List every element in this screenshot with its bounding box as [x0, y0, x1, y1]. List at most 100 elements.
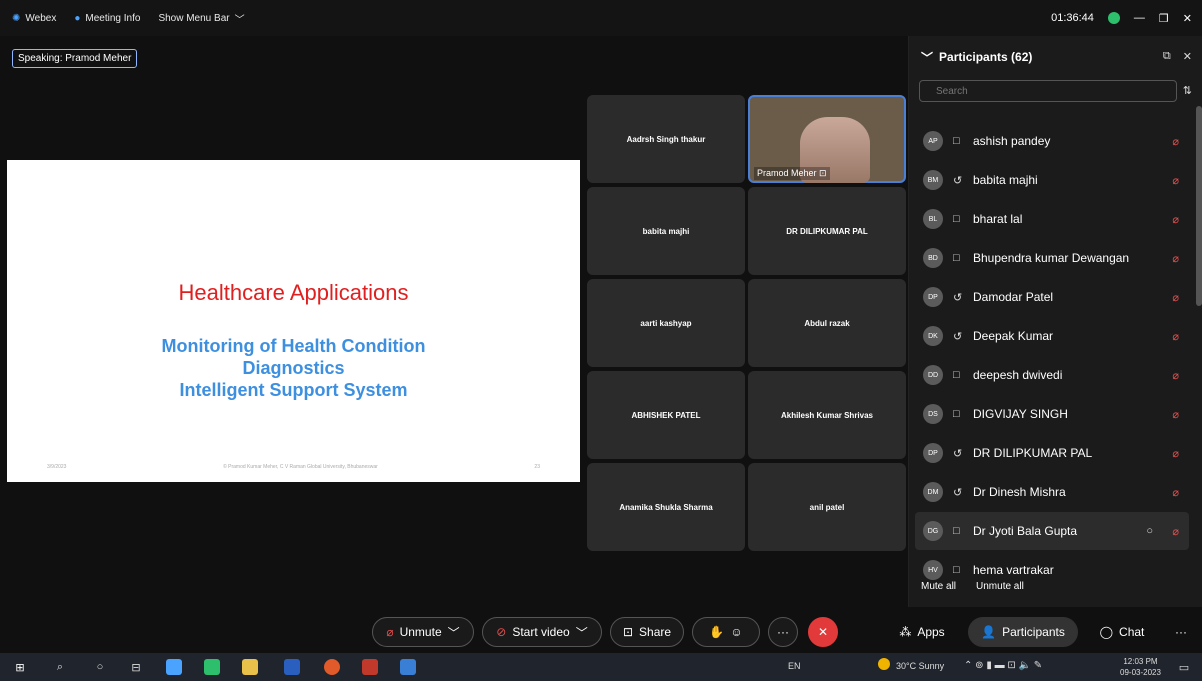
participant-tile[interactable]: ABHISHEK PATEL — [587, 371, 745, 459]
chat-icon: ◯ — [1099, 625, 1114, 639]
notification-icon[interactable]: ▭ — [1176, 659, 1192, 675]
participant-tile[interactable]: Anamika Shukla Sharma — [587, 463, 745, 551]
sort-icon[interactable]: ⇅ — [1183, 84, 1192, 97]
windows-start-icon[interactable]: ⊞ — [12, 659, 28, 675]
participant-tile[interactable]: Aadrsh Singh thakur — [587, 95, 745, 183]
participants-icon: 👤 — [981, 625, 997, 639]
photoshop-icon[interactable] — [284, 659, 300, 675]
participant-row[interactable]: BD □ Bhupendra kumar Dewangan ⌀ — [915, 239, 1189, 277]
search-input[interactable] — [919, 80, 1177, 102]
start-video-button[interactable]: ⊘ Start video ﹀ — [482, 617, 602, 647]
emoji-icon[interactable]: ☺ — [730, 625, 742, 639]
participant-name: Dr Dinesh Mishra — [973, 485, 1066, 499]
device-icon: □ — [953, 408, 960, 420]
chevron-down-icon[interactable]: ﹀ — [576, 624, 588, 641]
unmute-button[interactable]: ⌀ Unmute ﹀ — [372, 617, 474, 647]
unmute-all-button[interactable]: Unmute all — [976, 581, 1024, 592]
system-tray-icons[interactable]: ⌃ ⊚ ▮ ▬ ⊡ 🔈 ✎ — [964, 660, 1042, 671]
participant-row[interactable]: DS □ DIGVIJAY SINGH ⌀ — [915, 395, 1189, 433]
close-icon[interactable]: ✕ — [1183, 50, 1192, 63]
mic-muted-icon[interactable]: ⌀ — [1172, 369, 1179, 382]
participant-row[interactable]: DP ↺ Damodar Patel ⌀ — [915, 278, 1189, 316]
unmute-label: Unmute — [399, 625, 442, 639]
meeting-info-button[interactable]: ● Meeting Info — [74, 13, 140, 24]
avatar: HV — [923, 560, 943, 580]
participant-row[interactable]: DG □ Dr Jyoti Bala Gupta ○ ⌀ — [915, 512, 1189, 550]
app-icon[interactable] — [166, 659, 182, 675]
participant-tile[interactable]: aarti kashyap — [587, 279, 745, 367]
tile-name: Pramod Meher ⊡ — [754, 167, 830, 180]
cortana-icon[interactable]: ○ — [92, 659, 108, 675]
slide-page-number: 23 — [534, 464, 540, 470]
mic-muted-icon[interactable]: ⌀ — [1172, 291, 1179, 304]
mute-all-button[interactable]: Mute all — [921, 581, 956, 592]
maps-icon[interactable] — [204, 659, 220, 675]
mic-muted-icon[interactable]: ⌀ — [1172, 330, 1179, 343]
powerpoint-icon[interactable] — [362, 659, 378, 675]
slide-footer-text: © Pramod Kumar Meher, C V Raman Global U… — [223, 464, 378, 470]
mic-muted-icon[interactable]: ⌀ — [1172, 252, 1179, 265]
popout-icon[interactable]: ⧉ — [1163, 50, 1171, 63]
restore-icon[interactable]: ❐ — [1159, 12, 1169, 25]
webex-taskbar-icon[interactable] — [400, 659, 416, 675]
participant-row[interactable]: DM ↺ Dr Dinesh Mishra ⌀ — [915, 473, 1189, 511]
mic-muted-icon: ⌀ — [386, 625, 394, 639]
chevron-down-icon[interactable]: ﹀ — [448, 624, 460, 641]
more-options-button[interactable]: ··· — [768, 617, 798, 647]
chat-button[interactable]: ◯ Chat — [1090, 617, 1154, 647]
minimize-icon[interactable]: — — [1134, 12, 1145, 24]
participant-name: Damodar Patel — [973, 290, 1054, 304]
participant-row[interactable]: DD □ deepesh dwivedi ⌀ — [915, 356, 1189, 394]
participant-tile[interactable]: anil patel — [748, 463, 906, 551]
leave-meeting-button[interactable]: ✕ — [808, 617, 838, 647]
participant-row[interactable]: HV □ hema vartrakar — [915, 551, 1189, 584]
reactions-group[interactable]: ✋ ☺ — [692, 617, 760, 647]
chat-icon[interactable]: ○ — [1146, 525, 1153, 537]
clock[interactable]: 12:03 PM 09-03-2023 — [1120, 656, 1161, 678]
share-button[interactable]: ⊡ Share — [610, 617, 684, 647]
participant-tile[interactable]: Abdul razak — [748, 279, 906, 367]
avatar: BL — [923, 209, 943, 229]
chrome-icon[interactable] — [324, 659, 340, 675]
participant-row[interactable]: BL □ bharat lal ⌀ — [915, 200, 1189, 238]
show-menu-bar-button[interactable]: Show Menu Bar ﹀ — [158, 11, 244, 26]
scrollbar[interactable] — [1196, 106, 1202, 306]
mic-muted-icon[interactable]: ⌀ — [1172, 486, 1179, 499]
active-speaker-tile[interactable]: Pramod Meher ⊡ — [748, 95, 906, 183]
participant-tile[interactable]: DR DILIPKUMAR PAL — [748, 187, 906, 275]
webex-menu[interactable]: ✺ Webex — [12, 13, 56, 24]
mic-muted-icon[interactable]: ⌀ — [1172, 135, 1179, 148]
mic-muted-icon[interactable]: ⌀ — [1172, 525, 1179, 538]
close-icon[interactable]: ✕ — [1183, 12, 1192, 25]
participant-row[interactable]: DP ↺ DR DILIPKUMAR PAL ⌀ — [915, 434, 1189, 472]
weather-text[interactable]: 30°C Sunny — [896, 661, 944, 671]
task-view-icon[interactable]: ⊟ — [128, 659, 144, 675]
slide-line: Intelligent Support System — [179, 380, 408, 400]
device-icon: □ — [953, 252, 960, 264]
participant-row[interactable]: DK ↺ Deepak Kumar ⌀ — [915, 317, 1189, 355]
clock-time: 12:03 PM — [1123, 657, 1158, 666]
participant-tile[interactable]: babita majhi — [587, 187, 745, 275]
apps-button[interactable]: ⁂ Apps — [890, 617, 954, 647]
mic-muted-icon[interactable]: ⌀ — [1172, 447, 1179, 460]
panel-footer: Mute all Unmute all — [921, 581, 1024, 592]
participant-name: babita majhi — [973, 173, 1038, 187]
slide-footer: 3/9/2023 © Pramod Kumar Meher, C V Raman… — [47, 464, 540, 470]
device-icon: ↺ — [953, 174, 963, 187]
search-icon[interactable]: ⌕ — [52, 659, 68, 675]
meeting-info-label: Meeting Info — [85, 12, 141, 24]
participants-button[interactable]: 👤 Participants — [968, 617, 1078, 647]
mic-muted-icon[interactable]: ⌀ — [1172, 213, 1179, 226]
participant-row[interactable]: BM ↺ babita majhi ⌀ — [915, 161, 1189, 199]
mic-muted-icon[interactable]: ⌀ — [1172, 408, 1179, 421]
participants-label: Participants — [1002, 625, 1065, 639]
file-explorer-icon[interactable] — [242, 659, 258, 675]
chevron-down-icon[interactable]: ﹀ — [921, 49, 933, 66]
raise-hand-icon[interactable]: ✋ — [709, 625, 724, 639]
language-indicator[interactable]: EN — [788, 661, 801, 671]
participant-name: deepesh dwivedi — [973, 368, 1063, 382]
mic-muted-icon[interactable]: ⌀ — [1172, 174, 1179, 187]
more-options-button[interactable]: ··· — [1166, 617, 1196, 647]
participant-row[interactable]: AP □ ashish pandey ⌀ — [915, 122, 1189, 160]
participant-tile[interactable]: Akhilesh Kumar Shrivas — [748, 371, 906, 459]
